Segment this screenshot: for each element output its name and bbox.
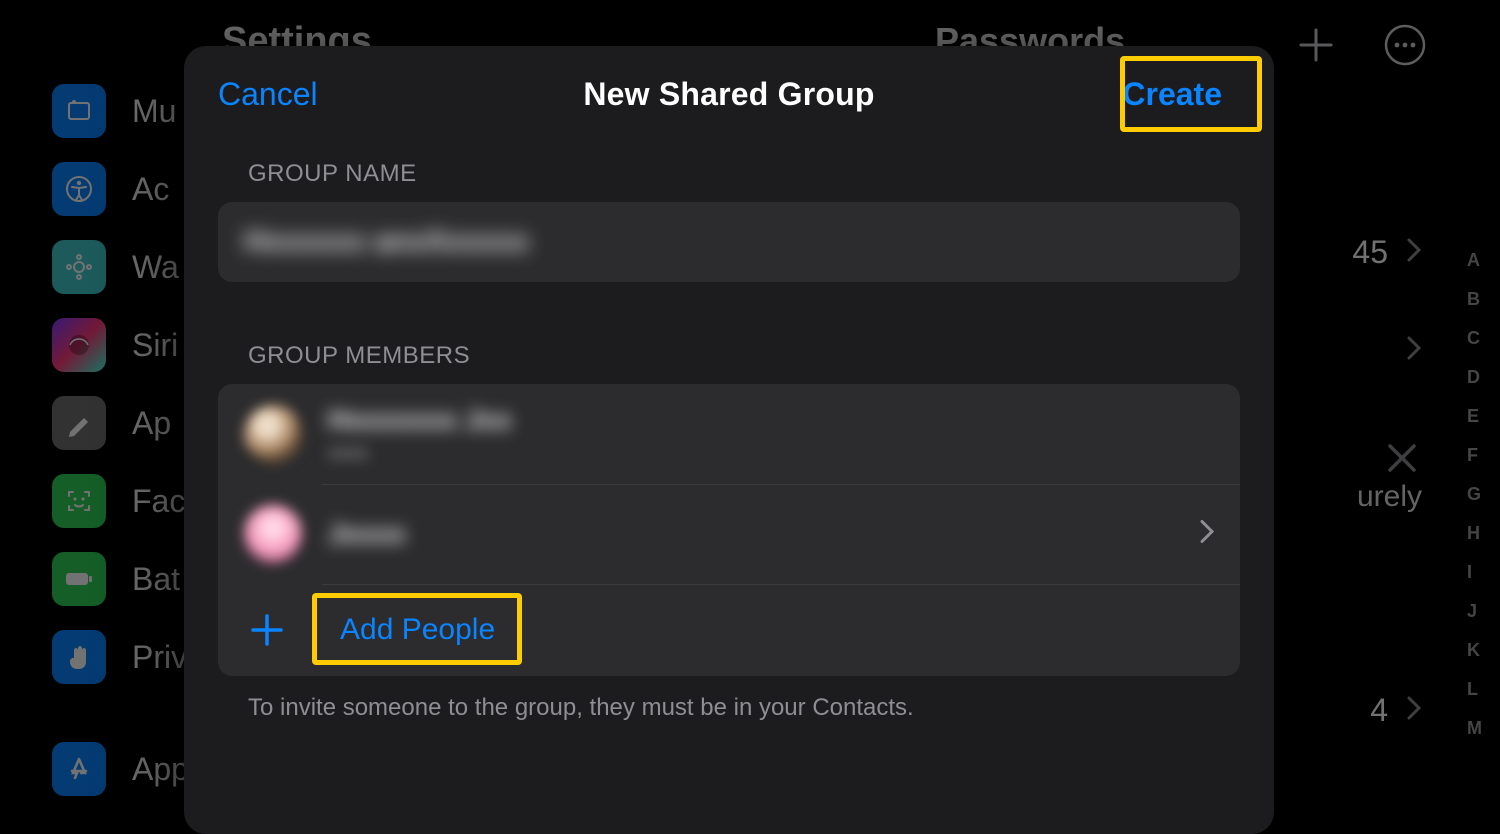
group-name-section-label: GROUP NAME [184, 160, 1274, 188]
group-name-value: Hxxxxxx anxXxxxxx [244, 225, 529, 259]
add-people-row[interactable]: Add People [218, 584, 1240, 676]
member-name: Jxxxx [328, 518, 406, 550]
members-list: Hxxxxxxx Jxx xxxx Jxxxx Add People [218, 384, 1240, 676]
group-name-input[interactable]: Hxxxxxx anxXxxxxx [218, 202, 1240, 282]
add-people-label: Add People [326, 609, 509, 651]
member-row[interactable]: Hxxxxxxx Jxx xxxx [218, 384, 1240, 484]
group-members-section-label: GROUP MEMBERS [184, 342, 1274, 370]
footer-note: To invite someone to the group, they mus… [184, 676, 1274, 722]
chevron-right-icon [1200, 520, 1214, 549]
member-row[interactable]: Jxxxx [218, 484, 1240, 584]
member-subtitle: xxxx [328, 442, 512, 465]
cancel-button[interactable]: Cancel [218, 76, 318, 113]
avatar [244, 405, 302, 463]
avatar [244, 505, 302, 563]
modal-title: New Shared Group [583, 76, 874, 113]
new-shared-group-modal: Cancel New Shared Group Create GROUP NAM… [184, 46, 1274, 834]
plus-icon [244, 607, 290, 653]
member-name: Hxxxxxxx Jxx [328, 404, 512, 436]
create-button[interactable]: Create [1104, 68, 1240, 121]
